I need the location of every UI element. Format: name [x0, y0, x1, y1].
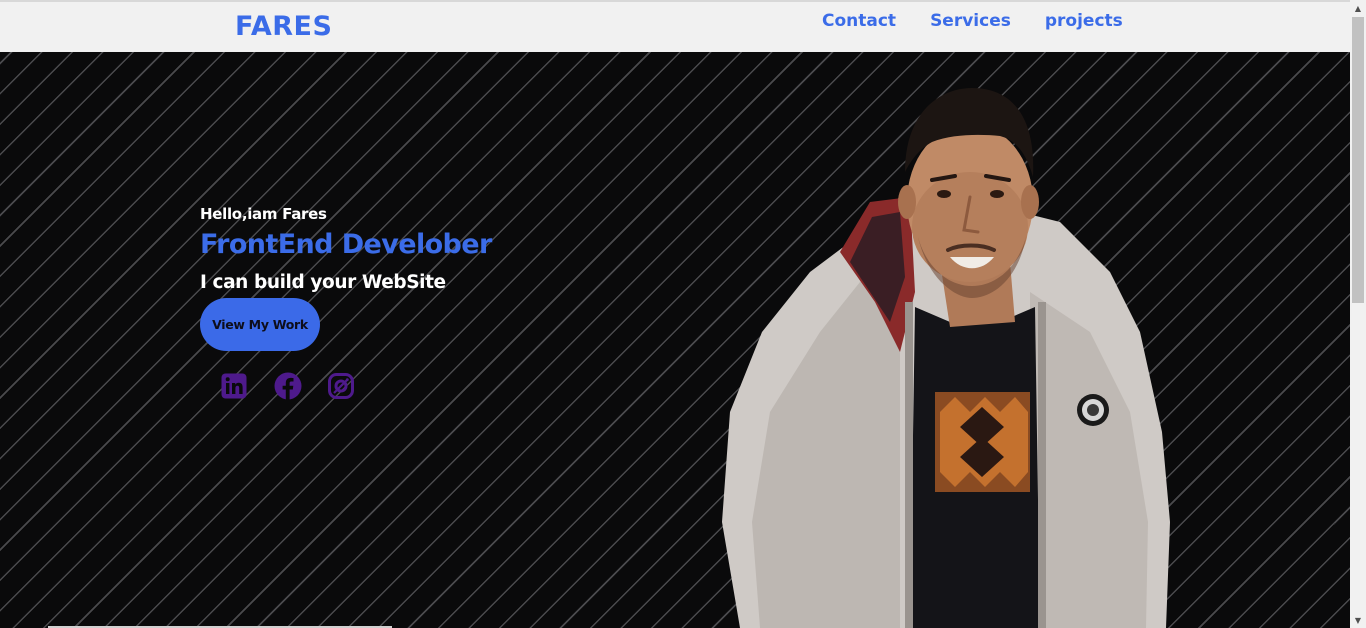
social-links: [220, 372, 381, 400]
scroll-down-arrow-icon[interactable]: ▼: [1350, 612, 1366, 628]
scrollbar-thumb[interactable]: [1352, 17, 1364, 303]
view-my-work-button[interactable]: View My Work: [200, 298, 320, 351]
nav-link-contact[interactable]: Contact: [822, 11, 896, 31]
scroll-up-arrow-icon[interactable]: ▲: [1350, 0, 1366, 16]
site-logo[interactable]: FARES: [235, 11, 332, 42]
linkedin-icon[interactable]: [220, 372, 248, 400]
vertical-scrollbar[interactable]: ▲ ▼: [1350, 0, 1366, 628]
profile-photo: [722, 88, 1170, 628]
site-header: FARES Contact Services projects: [0, 2, 1350, 52]
hero-role-title: FrontEnd Develober: [200, 229, 492, 260]
instagram-icon[interactable]: [327, 372, 355, 400]
nav-link-services[interactable]: Services: [930, 11, 1011, 31]
hero-section: Hello,iam Fares FrontEnd Develober I can…: [0, 52, 1350, 628]
hero-greeting: Hello,iam Fares: [200, 205, 327, 223]
nav-link-projects[interactable]: projects: [1045, 11, 1123, 31]
main-nav: Contact Services projects: [822, 11, 1157, 31]
hero-tagline: I can build your WebSite: [200, 272, 446, 293]
facebook-icon[interactable]: [274, 372, 302, 400]
page: FARES Contact Services projects Hello,ia…: [0, 0, 1350, 628]
